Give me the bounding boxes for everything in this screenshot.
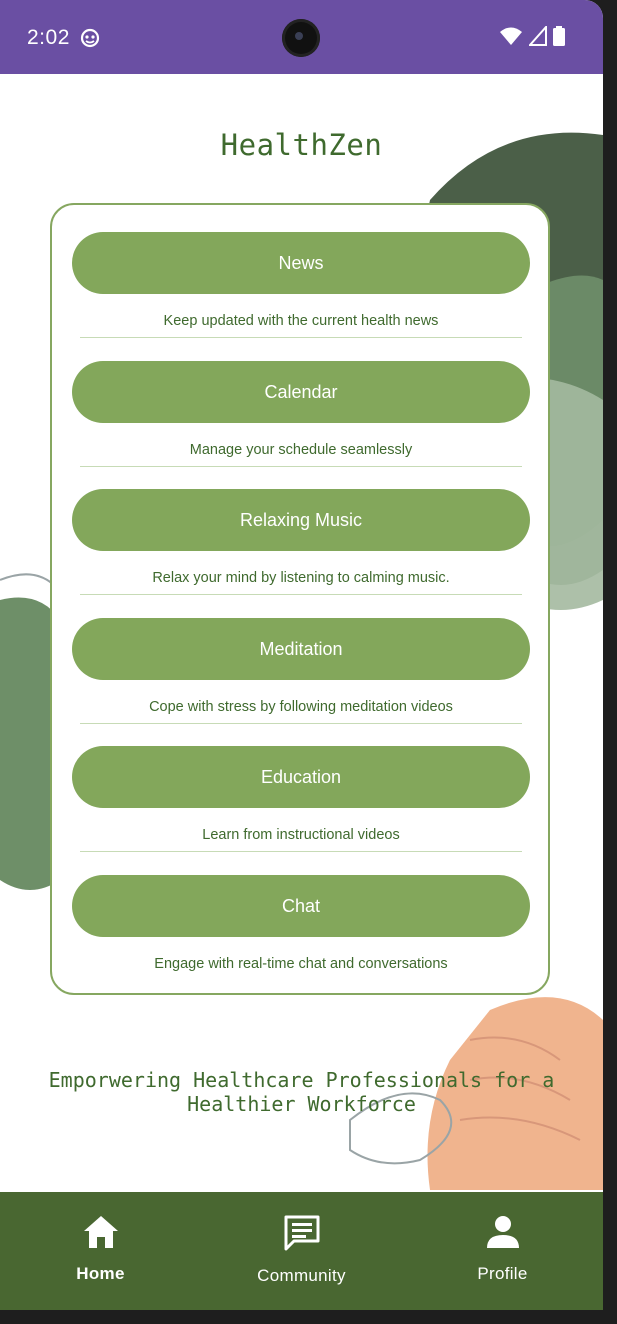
- tagline: Emporwering Healthcare Professionals for…: [48, 1068, 555, 1116]
- chat-bubble-icon: [283, 1214, 321, 1252]
- features-card: News Keep updated with the current healt…: [50, 203, 550, 995]
- divider: [80, 466, 522, 467]
- status-icons: [499, 24, 565, 51]
- status-time: 2:02: [27, 26, 70, 49]
- divider: [80, 337, 522, 338]
- feature-item-chat: Chat Engage with real-time chat and conv…: [72, 875, 530, 972]
- feature-item-relaxing-music: Relaxing Music Relax your mind by listen…: [72, 489, 530, 595]
- news-button[interactable]: News: [72, 232, 530, 294]
- nav-community[interactable]: Community: [201, 1192, 402, 1310]
- wifi-icon: [499, 26, 523, 51]
- divider: [80, 851, 522, 852]
- feature-item-meditation: Meditation Cope with stress by following…: [72, 618, 530, 724]
- nav-home[interactable]: Home: [0, 1192, 201, 1310]
- education-button[interactable]: Education: [72, 746, 530, 808]
- bottom-navigation: Home Community Profile: [0, 1192, 603, 1310]
- chat-button[interactable]: Chat: [72, 875, 530, 937]
- signal-icon: [527, 24, 547, 51]
- camera-cutout: [282, 19, 320, 57]
- nav-community-label: Community: [257, 1266, 346, 1285]
- relaxing-music-description: Relax your mind by listening to calming …: [152, 570, 450, 586]
- home-icon: [82, 1214, 120, 1250]
- app-notification-icon: [80, 28, 100, 53]
- relaxing-music-button[interactable]: Relaxing Music: [72, 489, 530, 551]
- divider: [80, 723, 522, 724]
- calendar-description: Manage your schedule seamlessly: [189, 442, 413, 458]
- chat-description: Engage with real-time chat and conversat…: [154, 956, 448, 972]
- nav-home-label: Home: [76, 1264, 125, 1283]
- divider: [80, 594, 522, 595]
- calendar-button[interactable]: Calendar: [72, 361, 530, 423]
- education-description: Learn from instructional videos: [202, 827, 400, 843]
- nav-profile[interactable]: Profile: [402, 1192, 603, 1310]
- feature-item-calendar: Calendar Manage your schedule seamlessly: [72, 361, 530, 467]
- meditation-description: Cope with stress by following meditation…: [149, 699, 453, 715]
- meditation-button[interactable]: Meditation: [72, 618, 530, 680]
- battery-icon: [553, 26, 565, 51]
- app-title: HealthZen: [220, 128, 383, 162]
- news-description: Keep updated with the current health new…: [163, 313, 439, 329]
- feature-item-news: News Keep updated with the current healt…: [72, 232, 530, 338]
- nav-profile-label: Profile: [477, 1264, 528, 1283]
- status-bar: 2:02: [0, 0, 603, 74]
- app-screen: 2:02 HealthZen News Keep updated with th…: [0, 0, 603, 1310]
- feature-item-education: Education Learn from instructional video…: [72, 746, 530, 852]
- person-icon: [485, 1214, 521, 1250]
